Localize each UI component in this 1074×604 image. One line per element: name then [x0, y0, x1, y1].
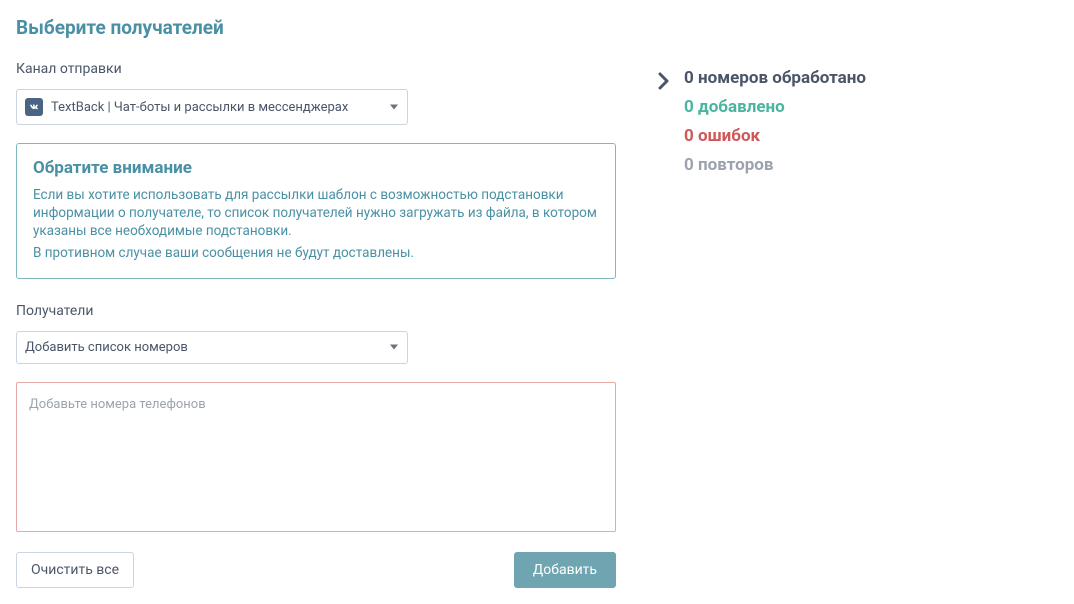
channel-select-text: TextBack | Чат-боты и рассылки в мессенд…	[51, 100, 348, 115]
stat-repeats: 0 повторов	[684, 155, 866, 175]
chevron-right-icon	[658, 72, 670, 90]
page-title: Выберите получателей	[16, 16, 616, 39]
info-panel: Обратите внимание Если вы хотите использ…	[16, 143, 616, 279]
stat-errors: 0 ошибок	[684, 126, 866, 146]
recipients-select[interactable]: Добавить список номеров	[16, 331, 408, 364]
channel-select[interactable]: TextBack | Чат-боты и рассылки в мессенд…	[16, 89, 408, 125]
clear-all-button[interactable]: Очистить все	[16, 552, 134, 588]
vk-icon	[25, 98, 43, 116]
recipients-label: Получатели	[16, 303, 616, 319]
stats-panel: 0 номеров обработано 0 добавлено 0 ошибо…	[684, 68, 866, 175]
phone-numbers-input[interactable]	[16, 382, 616, 532]
chevron-down-icon	[390, 105, 398, 110]
expand-stats-button[interactable]	[656, 70, 672, 95]
info-title: Обратите внимание	[33, 158, 599, 178]
chevron-down-icon	[390, 345, 398, 350]
add-button[interactable]: Добавить	[514, 552, 616, 588]
recipients-select-text: Добавить список номеров	[25, 340, 188, 355]
info-text-1: Если вы хотите использовать для рассылки…	[33, 186, 599, 241]
stat-added: 0 добавлено	[684, 97, 866, 117]
channel-label: Канал отправки	[16, 61, 616, 77]
info-text-2: В противном случае ваши сообщения не буд…	[33, 244, 599, 262]
stat-processed: 0 номеров обработано	[684, 68, 866, 88]
